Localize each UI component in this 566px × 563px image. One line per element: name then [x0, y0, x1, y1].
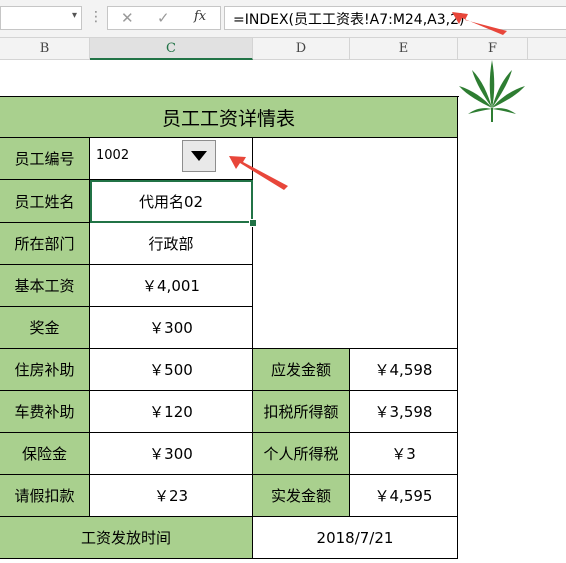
column-header-c[interactable]: C — [90, 38, 253, 60]
transport-allowance-value[interactable]: ￥120 — [90, 391, 253, 433]
income-tax-value[interactable]: ￥3 — [350, 433, 458, 475]
cannabis-leaf-icon — [459, 60, 525, 122]
pay-date-value[interactable]: 2018/7/21 — [253, 517, 458, 559]
formula-buttons: ✕ ✓ fx — [107, 6, 221, 30]
bonus-value[interactable]: ￥300 — [90, 307, 253, 349]
name-box-dropdown-icon[interactable]: ▾ — [72, 10, 77, 21]
label-taxable-income: 扣税所得额 — [253, 391, 350, 433]
label-employee-id: 员工编号 — [0, 138, 90, 180]
label-transport-allowance: 车费补助 — [0, 391, 90, 433]
column-header-b[interactable]: B — [0, 38, 90, 60]
label-pay-date: 工资发放时间 — [0, 517, 253, 559]
cancel-icon[interactable]: ✕ — [121, 9, 134, 27]
formula-bar-grip-icon[interactable]: ⋮ — [89, 7, 103, 27]
cell-selection — [90, 180, 253, 223]
column-header-e[interactable]: E — [350, 38, 458, 60]
name-box[interactable]: ▾ — [0, 6, 82, 30]
fill-handle[interactable] — [249, 219, 257, 227]
label-housing-allowance: 住房补助 — [0, 349, 90, 391]
table-title: 员工工资详情表 — [0, 96, 458, 138]
base-salary-value[interactable]: ￥4,001 — [90, 265, 253, 307]
label-department: 所在部门 — [0, 223, 90, 265]
gross-pay-value[interactable]: ￥4,598 — [350, 349, 458, 391]
insert-function-icon[interactable]: fx — [194, 9, 206, 24]
net-pay-value[interactable]: ￥4,595 — [350, 475, 458, 517]
triangle-down-icon — [191, 151, 207, 161]
employee-id-dropdown-button[interactable] — [182, 140, 216, 172]
formula-input[interactable]: =INDEX(员工工资表!A7:M24,A3,2) — [224, 6, 566, 30]
taxable-income-value[interactable]: ￥3,598 — [350, 391, 458, 433]
employee-id-value: 1002 — [96, 148, 130, 163]
label-net-pay: 实发金额 — [253, 475, 350, 517]
column-header-g[interactable] — [528, 38, 566, 60]
label-leave-deduction: 请假扣款 — [0, 475, 90, 517]
label-insurance: 保险金 — [0, 433, 90, 475]
label-employee-name: 员工姓名 — [0, 180, 90, 223]
formula-bar: ▾ ⋮ ✕ ✓ fx =INDEX(员工工资表!A7:M24,A3,2) — [0, 0, 566, 38]
label-base-salary: 基本工资 — [0, 265, 90, 307]
enter-icon[interactable]: ✓ — [157, 9, 170, 27]
housing-allowance-value[interactable]: ￥500 — [90, 349, 253, 391]
label-gross-pay: 应发金额 — [253, 349, 350, 391]
department-value[interactable]: 行政部 — [90, 223, 253, 265]
empty-block — [253, 138, 458, 349]
label-income-tax: 个人所得税 — [253, 433, 350, 475]
insurance-value[interactable]: ￥300 — [90, 433, 253, 475]
leave-deduction-value[interactable]: ￥23 — [90, 475, 253, 517]
column-header-d[interactable]: D — [253, 38, 350, 60]
label-bonus: 奖金 — [0, 307, 90, 349]
formula-text: =INDEX(员工工资表!A7:M24,A3,2) — [233, 12, 465, 28]
